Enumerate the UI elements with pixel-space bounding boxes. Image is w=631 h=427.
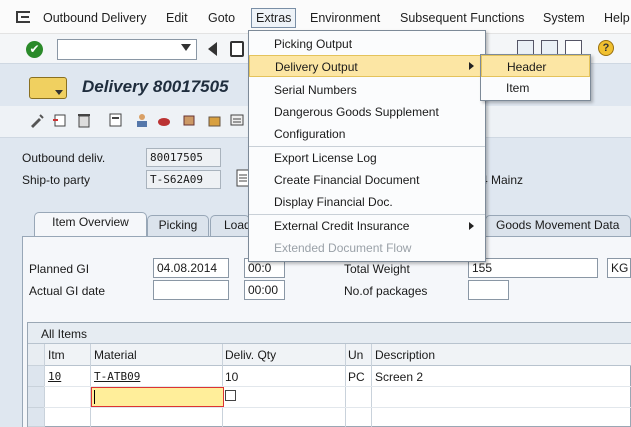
menu-edit[interactable]: Edit [166,11,188,25]
cell-description[interactable]: Screen 2 [375,370,423,384]
outbound-deliv-field: 80017505 [146,148,221,167]
menu-item-dangerous-goods[interactable]: Dangerous Goods Supplement [249,101,485,123]
value-help-icon[interactable] [225,390,236,401]
weight-unit-field[interactable]: KG [607,258,631,278]
cell-material[interactable]: T-ATB09 [94,370,140,383]
row-selector[interactable] [28,366,44,387]
cell-un[interactable]: PC [348,370,365,384]
planned-gi-date-field[interactable]: 04.08.2014 [153,258,229,278]
menu-item-serial-numbers[interactable]: Serial Numbers [249,79,485,101]
material-input-field[interactable] [91,387,224,407]
tab-picking[interactable]: Picking [147,215,209,236]
delete-icon[interactable] [76,112,92,128]
col-header-material[interactable]: Material [94,348,137,362]
other-delivery-icon[interactable] [52,112,68,128]
partner-icon[interactable] [134,112,150,128]
header-icon[interactable] [108,112,124,128]
command-field[interactable] [57,39,197,60]
ship-to-address: 4 Mainz [481,173,524,187]
menu-item-external-credit-insurance[interactable]: External Credit Insurance [249,215,485,237]
menu-item-delivery-output[interactable]: Delivery Output [249,55,485,77]
menu-item-picking-output[interactable]: Picking Output [249,33,485,55]
cell-qty[interactable]: 10 [225,370,238,384]
tab-item-overview[interactable]: Item Overview [34,212,147,237]
col-header-un[interactable]: Un [348,348,363,362]
select-all-button[interactable] [28,344,44,366]
help-icon[interactable]: ? [598,40,614,56]
col-header-itm[interactable]: Itm [48,348,65,362]
submenu-arrow-icon [469,62,474,70]
row-selector[interactable] [28,387,44,408]
page-title: Delivery 80017505 [82,77,229,96]
total-weight-label: Total Weight [344,262,410,276]
menu-item-create-financial-document[interactable]: Create Financial Document [249,169,485,191]
menu-subsequent-functions[interactable]: Subsequent Functions [400,11,524,25]
menu-item-export-license-log[interactable]: Export License Log [249,147,485,169]
menu-item-configuration[interactable]: Configuration [249,123,485,145]
dangerous-goods-icon[interactable] [156,112,172,128]
table-title: All Items [41,327,88,341]
col-header-qty[interactable]: Deliv. Qty [225,348,276,362]
text-cursor [94,390,95,404]
back-icon[interactable] [208,42,217,56]
actual-gi-date-field[interactable] [153,280,229,300]
chevron-down-icon[interactable] [181,44,191,51]
table-title-bar [28,323,631,344]
menu-extras[interactable]: Extras [251,8,297,28]
total-weight-field[interactable]: 155 [468,258,598,278]
post-goods-issue-icon[interactable] [229,112,245,128]
ship-to-label: Ship-to party [22,173,91,187]
ship-to-field: T-S62A09 [146,170,221,189]
submenu-item-item[interactable]: Item [481,77,590,99]
menu-item-display-financial-doc[interactable]: Display Financial Doc. [249,191,485,213]
tab-goods-movement-data[interactable]: Goods Movement Data [485,215,631,236]
actual-gi-time-field[interactable]: 00:00 [244,280,285,300]
menu-item-extended-document-flow: Extended Document Flow [274,241,412,255]
submenu-item-header[interactable]: Header [481,55,590,77]
row-divider [44,407,631,408]
menu-goto[interactable]: Goto [208,11,235,25]
actual-gi-label: Actual GI date [29,284,106,298]
packages-label: No.of packages [344,284,428,298]
menu-enter-icon[interactable] [16,11,30,23]
col-header-description[interactable]: Description [375,348,435,362]
pack-icon[interactable] [207,112,223,128]
menu-help[interactable]: Help [604,11,630,25]
object-services-icon[interactable] [29,77,67,99]
picking-icon[interactable] [181,112,197,128]
row-selector[interactable] [28,408,44,427]
outbound-deliv-label: Outbound deliv. [22,151,106,165]
packages-field[interactable] [468,280,509,300]
menu-environment[interactable]: Environment [310,11,380,25]
save-icon[interactable] [230,41,244,57]
planned-gi-label: Planned GI [29,262,90,276]
submenu-arrow-icon [469,222,474,230]
menu-outbound-delivery[interactable]: Outbound Delivery [43,11,147,25]
menu-system[interactable]: System [543,11,585,25]
change-display-icon[interactable] [29,112,45,128]
cell-itm[interactable]: 10 [48,370,61,383]
tab-loading[interactable]: Load [210,215,250,236]
enter-check-icon[interactable]: ✔ [26,41,43,58]
